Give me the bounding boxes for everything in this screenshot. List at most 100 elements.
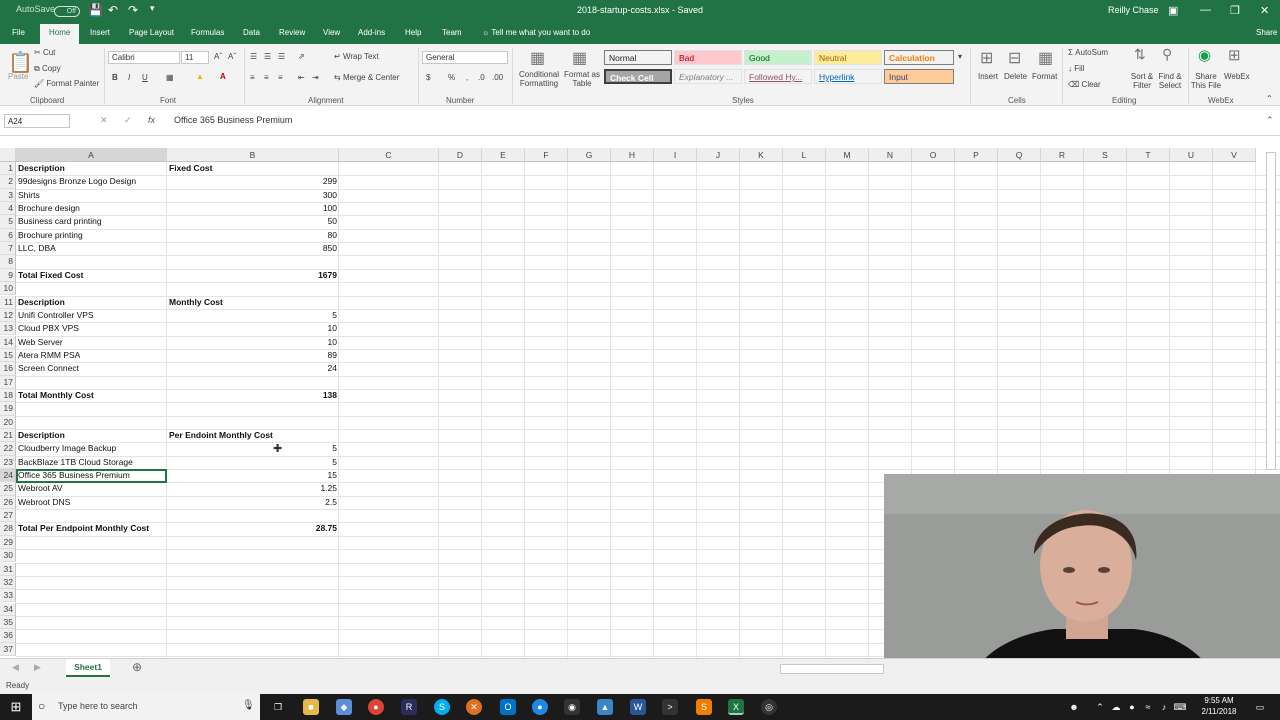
cell-b30[interactable] bbox=[169, 549, 337, 562]
format-cells-button[interactable]: Format bbox=[1032, 72, 1057, 81]
sublime-icon[interactable]: S bbox=[696, 699, 712, 715]
fill-color-icon[interactable]: ▲ bbox=[196, 72, 204, 81]
currency-icon[interactable]: $ bbox=[426, 73, 430, 82]
row-header[interactable]: 6 bbox=[0, 228, 16, 243]
cell-a20[interactable] bbox=[18, 416, 165, 429]
expand-formula-icon[interactable]: ⌃ bbox=[1266, 115, 1274, 126]
cell-b19[interactable] bbox=[169, 402, 337, 415]
cell-a27[interactable] bbox=[18, 509, 165, 522]
comma-icon[interactable]: , bbox=[466, 73, 468, 82]
tab-file[interactable]: File bbox=[12, 28, 25, 37]
file-explorer-icon[interactable]: ■ bbox=[303, 699, 319, 715]
cell-b27[interactable] bbox=[169, 509, 337, 522]
font-name-combo[interactable]: Calibri bbox=[108, 51, 180, 64]
cell-a34[interactable] bbox=[18, 603, 165, 616]
webex-icon[interactable]: ⊞ bbox=[1228, 46, 1241, 64]
tab-formulas[interactable]: Formulas bbox=[191, 28, 224, 37]
taskbar-search-box[interactable]: ○ Type here to search 🎙 bbox=[32, 694, 260, 720]
cell-b29[interactable] bbox=[169, 536, 337, 549]
row-header[interactable]: 18 bbox=[0, 388, 16, 403]
row-header[interactable]: 29 bbox=[0, 535, 16, 550]
row-header[interactable]: 9 bbox=[0, 268, 16, 283]
cut-button[interactable]: ✂ Cut bbox=[34, 48, 55, 57]
cell-a30[interactable] bbox=[18, 549, 165, 562]
cell-b32[interactable] bbox=[169, 576, 337, 589]
cell-a6[interactable]: Brochure printing bbox=[18, 229, 165, 242]
cell-b26[interactable]: 2.5 bbox=[169, 496, 337, 509]
cell-a3[interactable]: Shirts bbox=[18, 189, 165, 202]
style-neutral[interactable]: Neutral bbox=[814, 50, 882, 65]
clear-button[interactable]: ⌫ Clear bbox=[1068, 80, 1101, 89]
app-icon[interactable]: ◆ bbox=[336, 699, 352, 715]
delete-cells-icon[interactable]: ⊟ bbox=[1008, 48, 1021, 68]
cell-a29[interactable] bbox=[18, 536, 165, 549]
chrome-icon[interactable]: ● bbox=[368, 699, 384, 715]
undo-icon[interactable]: ↶ bbox=[108, 3, 118, 17]
font-size-combo[interactable]: 11 bbox=[181, 51, 209, 64]
fill-button[interactable]: ↓ Fill bbox=[1068, 64, 1084, 73]
cell-a16[interactable]: Screen Connect bbox=[18, 362, 165, 375]
autosave-toggle[interactable]: Off bbox=[54, 6, 80, 17]
row-header[interactable]: 1 bbox=[0, 162, 16, 176]
bold-icon[interactable]: B bbox=[112, 73, 118, 82]
column-header[interactable]: J bbox=[697, 148, 740, 162]
align-center-icon[interactable]: ≡ bbox=[264, 73, 269, 82]
style-input[interactable]: Input bbox=[884, 69, 954, 84]
column-header[interactable]: M bbox=[826, 148, 869, 162]
column-header[interactable]: F bbox=[525, 148, 568, 162]
sheet-tab-sheet1[interactable]: Sheet1 bbox=[66, 659, 110, 677]
style-bad[interactable]: Bad bbox=[674, 50, 742, 65]
cell-b1[interactable]: Fixed Cost bbox=[169, 162, 337, 175]
cell-b22[interactable]: 5 bbox=[169, 442, 337, 455]
cell-a33[interactable] bbox=[18, 589, 165, 602]
insert-function-icon[interactable]: fx bbox=[148, 115, 155, 125]
find-select-button[interactable]: Find & Select bbox=[1154, 72, 1186, 90]
borders-icon[interactable]: ▦ bbox=[166, 73, 174, 82]
row-header[interactable]: 30 bbox=[0, 549, 16, 563]
cell-b6[interactable]: 80 bbox=[169, 229, 337, 242]
customize-qat-icon[interactable]: ▾ bbox=[150, 3, 155, 14]
cell-b14[interactable]: 10 bbox=[169, 336, 337, 349]
keyboard-icon[interactable]: ⌨ bbox=[1172, 699, 1188, 715]
collapse-ribbon-icon[interactable]: ⌃ bbox=[1266, 94, 1273, 103]
format-as-table-button[interactable]: Format as Table bbox=[564, 70, 600, 88]
word-icon[interactable]: W bbox=[630, 699, 646, 715]
onedrive-icon[interactable]: ☁ bbox=[1108, 699, 1124, 715]
close-icon[interactable]: ✕ bbox=[1260, 4, 1269, 17]
cell-a21[interactable]: Description bbox=[18, 429, 165, 442]
underline-icon[interactable]: U bbox=[142, 73, 148, 82]
cell-a32[interactable] bbox=[18, 576, 165, 589]
grow-font-icon[interactable]: Aˆ bbox=[214, 52, 222, 61]
redo-icon[interactable]: ↷ bbox=[128, 3, 138, 17]
percent-icon[interactable]: % bbox=[448, 73, 455, 82]
align-right-icon[interactable]: ≡ bbox=[278, 73, 283, 82]
format-cells-icon[interactable]: ▦ bbox=[1038, 48, 1053, 68]
delete-cells-button[interactable]: Delete bbox=[1004, 72, 1027, 81]
row-header[interactable]: 3 bbox=[0, 188, 16, 202]
decrease-decimal-icon[interactable]: .00 bbox=[492, 73, 503, 82]
cell-b13[interactable]: 10 bbox=[169, 322, 337, 335]
row-header[interactable]: 13 bbox=[0, 322, 16, 336]
style-normal[interactable]: Normal bbox=[604, 50, 672, 65]
cell-b5[interactable]: 50 bbox=[169, 215, 337, 228]
row-header[interactable]: 24 bbox=[0, 469, 16, 483]
formula-input[interactable]: Office 365 Business Premium bbox=[174, 115, 292, 125]
row-header[interactable]: 28 bbox=[0, 522, 16, 536]
column-header[interactable]: H bbox=[611, 148, 654, 162]
row-header[interactable]: 8 bbox=[0, 255, 16, 269]
column-header[interactable]: I bbox=[654, 148, 697, 162]
cell-a28[interactable]: Total Per Endpoint Monthly Cost bbox=[18, 522, 165, 535]
name-box[interactable]: A24 bbox=[4, 114, 70, 128]
style-good[interactable]: Good bbox=[744, 50, 812, 65]
cell-a36[interactable] bbox=[18, 629, 165, 642]
format-as-table-icon[interactable]: ▦ bbox=[572, 48, 587, 68]
cell-a8[interactable] bbox=[18, 255, 165, 268]
webex-share-icon[interactable]: ◉ bbox=[1198, 46, 1211, 64]
tab-data[interactable]: Data bbox=[243, 28, 260, 37]
insert-cells-icon[interactable]: ⊞ bbox=[980, 48, 993, 68]
volume-icon[interactable]: ♪ bbox=[1156, 699, 1172, 715]
excel-icon[interactable]: X bbox=[728, 699, 744, 715]
row-header[interactable]: 17 bbox=[0, 375, 16, 389]
cell-b17[interactable] bbox=[169, 376, 337, 389]
cell-a11[interactable]: Description bbox=[18, 296, 165, 309]
